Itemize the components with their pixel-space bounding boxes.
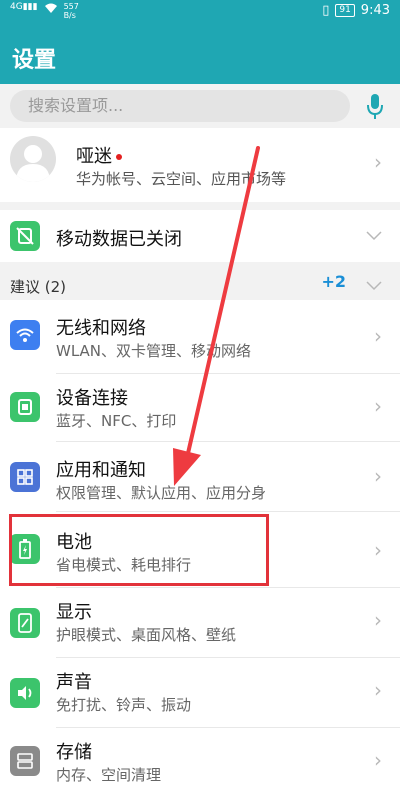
annotation-arrow [173, 146, 260, 486]
settings-page: 4G▮▮▮ 557 B/s ▯ 91 9:43 设置 搜索设置项... 哑迷 华… [0, 0, 400, 808]
